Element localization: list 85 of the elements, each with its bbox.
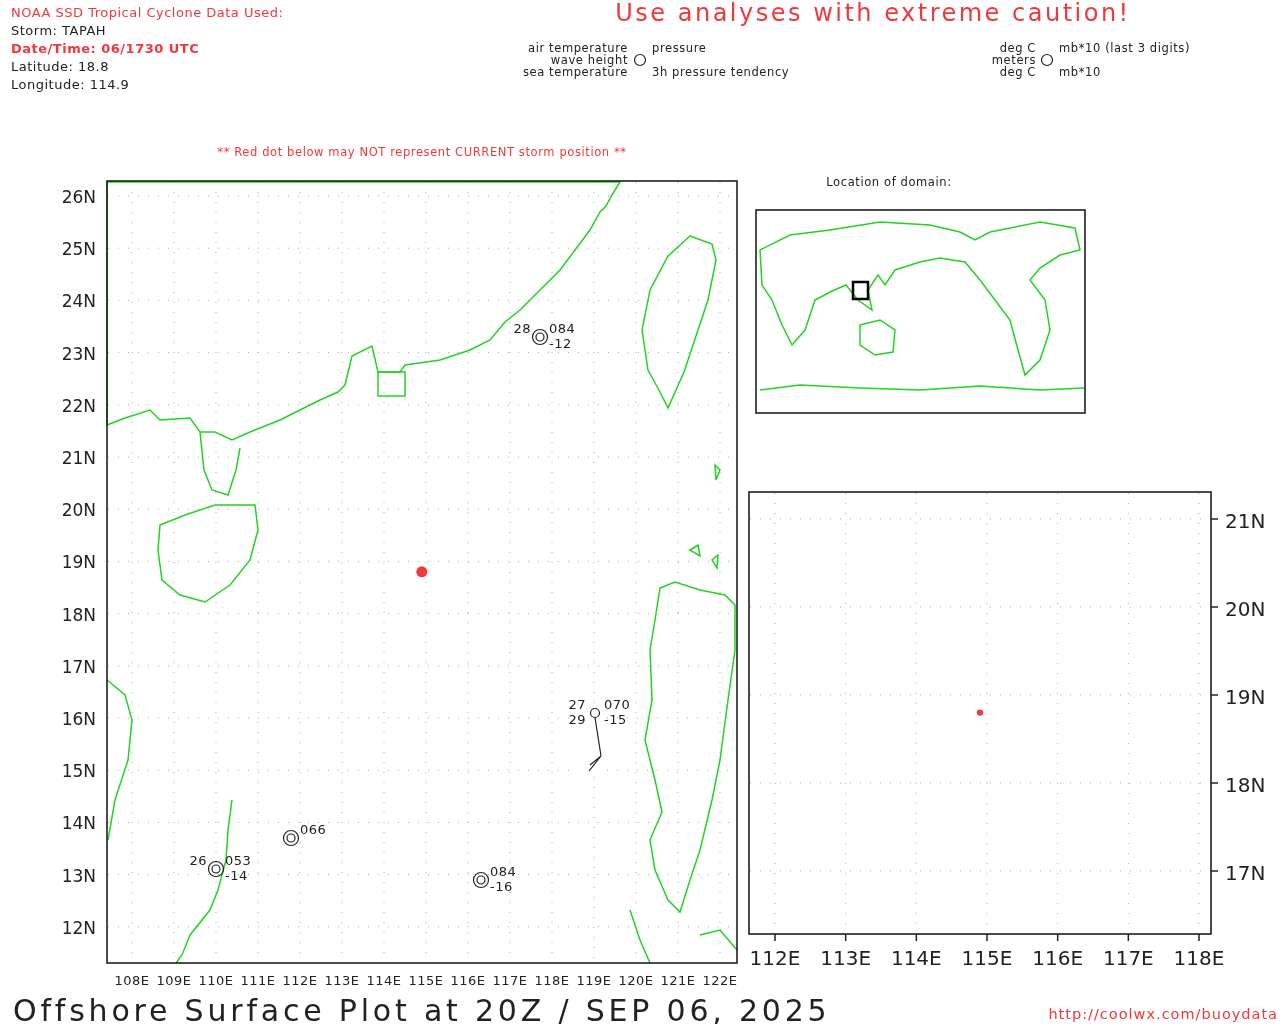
- latitude-label: 17N: [1225, 861, 1266, 885]
- storm-position-dot: [976, 709, 984, 716]
- latitude-label: 13N: [61, 865, 96, 886]
- longitude-label: 109E: [156, 973, 192, 988]
- legend-label: air temperature: [528, 41, 628, 55]
- longitude-label: 120E: [618, 973, 654, 988]
- longitude-label: 118E: [1173, 946, 1225, 970]
- pressure-tendency-value: -14: [225, 868, 248, 883]
- latitude-label: 26N: [61, 187, 96, 207]
- latitude-label: 21N: [61, 448, 96, 468]
- latitude-label: 21N: [1225, 509, 1266, 533]
- legend-unit: mb*10 (last 3 digits): [1059, 41, 1190, 55]
- storm-position-note: ** Red dot below may NOT represent CURRENT storm position **: [217, 145, 627, 159]
- air-temperature-value: 28: [513, 321, 531, 336]
- buoy-station-icon: [531, 328, 549, 346]
- pressure-value: 084: [549, 321, 576, 336]
- air-temperature-value: 26: [189, 853, 207, 868]
- latitude-label: 24N: [61, 291, 96, 312]
- url-text: http://coolwx.com/buoydata: [1048, 1006, 1278, 1022]
- legend-label: pressure: [652, 41, 707, 55]
- pressure-value: 084: [490, 864, 517, 879]
- longitude-label: 115E: [408, 973, 444, 988]
- buoy-station-icon: [282, 829, 300, 847]
- inset-title: Location of domain:: [826, 175, 952, 189]
- longitude-label: 116E: [450, 973, 486, 988]
- legend-label: sea temperature: [522, 65, 628, 79]
- latitude-label: 25N: [61, 239, 96, 260]
- longitude-label: 119E: [576, 973, 612, 988]
- longitude-label: 114E: [366, 973, 402, 988]
- latitude-text: Latitude: 18.8: [11, 59, 109, 74]
- legend-unit: mb*10: [1059, 65, 1101, 79]
- air-temperature-value: 27: [568, 697, 586, 712]
- longitude-label: 112E: [282, 973, 318, 988]
- latitude-label: 16N: [61, 709, 96, 729]
- longitude-label: 110E: [198, 973, 234, 988]
- longitude-label: 113E: [324, 973, 360, 988]
- pressure-tendency-value: -16: [490, 879, 513, 894]
- latitude-label: 20N: [1225, 597, 1266, 621]
- datetime-text: Date/Time: 06/1730 UTC: [11, 41, 200, 56]
- buoy-station-icon: [472, 871, 490, 889]
- buoy-station-icon: [207, 860, 225, 878]
- longitude-label: 113E: [820, 946, 872, 970]
- longitude-text: Longitude: 114.9: [11, 77, 130, 92]
- longitude-label: 118E: [534, 973, 570, 988]
- latitude-label: 14N: [61, 813, 96, 834]
- longitude-label: 115E: [961, 946, 1013, 970]
- longitude-label: 117E: [1102, 946, 1154, 970]
- legend-label: 3h pressure tendency: [652, 65, 790, 79]
- legend-unit: deg C: [999, 65, 1036, 79]
- latitude-label: 19N: [1225, 685, 1266, 709]
- latitude-label: 15N: [61, 761, 96, 782]
- latitude-label: 18N: [61, 604, 96, 625]
- legend-unit: meters: [991, 53, 1036, 67]
- latitude-label: 19N: [61, 552, 96, 573]
- pressure-value: 070: [604, 697, 631, 712]
- pressure-value: 066: [300, 822, 327, 837]
- storm-position-dot: [416, 566, 428, 578]
- latitude-label: 17N: [61, 656, 96, 677]
- latitude-label: 20N: [61, 500, 96, 521]
- legend-unit: deg C: [999, 41, 1036, 55]
- storm-text: Storm: TAPAH: [11, 23, 107, 38]
- latitude-label: 18N: [1225, 773, 1266, 797]
- latitude-label: 12N: [61, 917, 96, 938]
- pressure-tendency-value: -12: [549, 336, 572, 351]
- longitude-label: 121E: [660, 973, 696, 988]
- longitude-label: 114E: [890, 946, 942, 970]
- caution-text: Use analyses with extreme caution!: [615, 0, 1131, 27]
- legend-label: wave height: [550, 53, 628, 67]
- longitude-label: 112E: [749, 946, 801, 970]
- domain-box: [851, 280, 870, 301]
- sea-temperature-value: 29: [568, 712, 586, 727]
- wind-barb-station-icon: [588, 707, 602, 772]
- latitude-label: 22N: [61, 395, 96, 416]
- plot-title: Offshore Surface Plot at 20Z / SEP 06, 2025: [13, 993, 831, 1024]
- longitude-label: 122E: [702, 973, 738, 988]
- longitude-label: 111E: [240, 973, 276, 988]
- longitude-label: 117E: [492, 973, 528, 988]
- longitude-label: 108E: [114, 973, 150, 988]
- legend-station-icon: [633, 53, 647, 67]
- pressure-tendency-value: -15: [604, 712, 627, 727]
- longitude-label: 116E: [1032, 946, 1084, 970]
- legend-station-icon: [1040, 53, 1054, 67]
- latitude-label: 23N: [61, 343, 96, 364]
- source-text: NOAA SSD Tropical Cyclone Data Used:: [11, 5, 284, 20]
- pressure-value: 053: [225, 853, 252, 868]
